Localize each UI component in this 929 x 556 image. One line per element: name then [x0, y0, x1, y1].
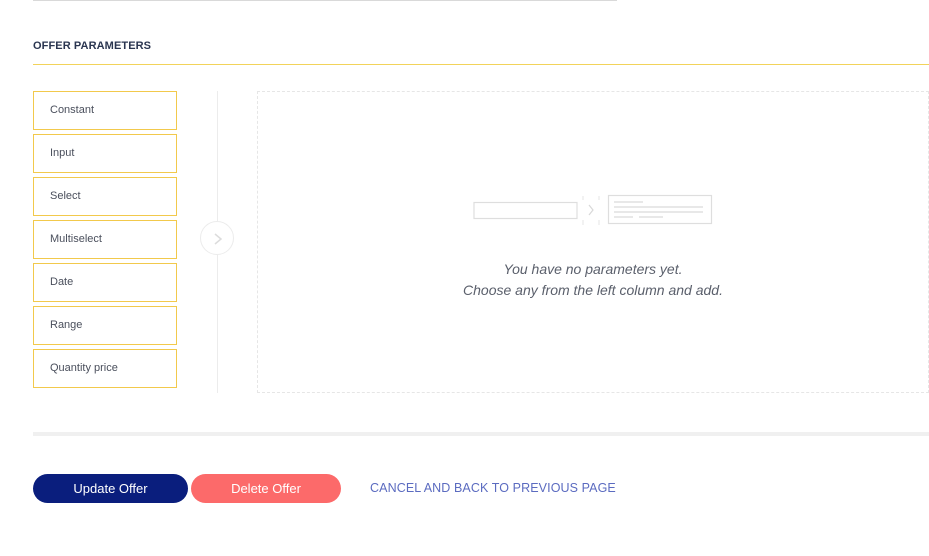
top-divider: [33, 0, 617, 1]
parameter-type-list: Constant Input Select Multiselect Date R…: [33, 91, 177, 392]
param-type-multiselect[interactable]: Multiselect: [33, 220, 177, 259]
param-type-range[interactable]: Range: [33, 306, 177, 345]
empty-params-illustration: [473, 194, 713, 225]
param-type-input[interactable]: Input: [33, 134, 177, 173]
parameters-drop-zone[interactable]: [257, 91, 929, 393]
empty-state-line-1: You have no parameters yet.: [503, 261, 683, 277]
empty-state-message: You have no parameters yet. Choose any f…: [257, 259, 929, 301]
param-type-constant[interactable]: Constant: [33, 91, 177, 130]
param-type-select[interactable]: Select: [33, 177, 177, 216]
param-type-date[interactable]: Date: [33, 263, 177, 302]
bottom-divider: [33, 432, 929, 436]
section-divider: [33, 64, 929, 65]
update-offer-button[interactable]: Update Offer: [33, 474, 188, 503]
empty-state-line-2: Choose any from the left column and add.: [463, 282, 723, 298]
section-title: OFFER PARAMETERS: [33, 40, 152, 52]
param-type-quantity-price[interactable]: Quantity price: [33, 349, 177, 388]
chevron-right-icon: [214, 233, 223, 245]
delete-offer-button[interactable]: Delete Offer: [191, 474, 341, 503]
cancel-back-link[interactable]: CANCEL AND BACK TO PREVIOUS PAGE: [370, 481, 616, 495]
add-parameter-button[interactable]: [200, 221, 234, 255]
